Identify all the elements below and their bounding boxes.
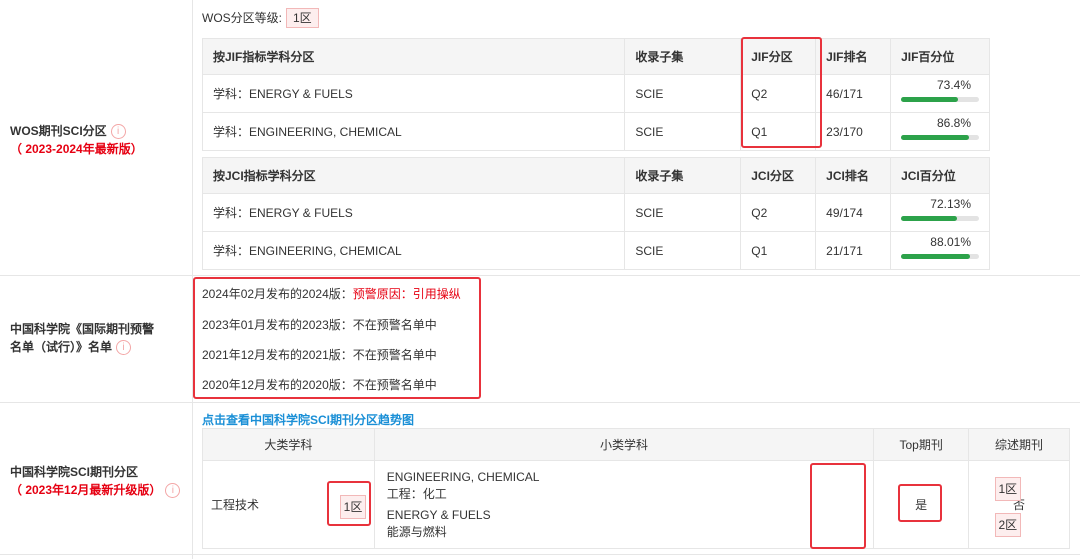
jif-header-subject: 按JIF指标学科分区 [201, 38, 626, 75]
cas-minor-en: ENERGY & FUELS [386, 507, 491, 522]
jif-percentile: 73.4% [890, 74, 990, 113]
info-circle-icon[interactable]: i [165, 483, 181, 499]
warning-row-label: 中国科学院《国际期刊预警 名单（试行）》名单 i [10, 320, 154, 356]
cas-major-zone-highlight-box [327, 481, 371, 526]
cas-minor-zone-badge: 1区 [994, 477, 1021, 501]
percentile-text: 72.13% [930, 197, 971, 211]
cas-row-label: 中国科学院SCI期刊分区 （ 2023年12月最新升级版） i [10, 463, 181, 499]
warning-row-title-2: 名单（试行）》名单 [10, 340, 113, 354]
warning-row-title-1: 中国科学院《国际期刊预警 [10, 322, 155, 336]
jci-header-percentile: JCI百分位 [890, 157, 990, 194]
cas-trend-link[interactable]: 点击查看中国科学院SCI期刊分区趋势图 [202, 411, 414, 428]
cas-row-title: 中国科学院SCI期刊分区 [10, 465, 139, 479]
jci-percentile: 72.13% [890, 193, 990, 232]
percentile-bar [901, 254, 980, 259]
jci-table: 按JCI指标学科分区 收录子集 JCI分区 JCI排名 JCI百分位 学科：EN… [201, 157, 990, 270]
wos-grade-label: WOS分区等级: [202, 11, 282, 25]
jci-subset: SCIE [624, 193, 742, 232]
table-row: 学科：ENGINEERING, CHEMICAL SCIE Q1 21/171 … [201, 231, 990, 270]
jif-rank: 23/170 [815, 112, 892, 151]
info-circle-icon[interactable]: i [116, 340, 132, 356]
wos-row-subtitle: （ 2023-2024年最新版） [10, 142, 143, 156]
table-row: 学科：ENERGY & FUELS SCIE Q2 49/174 72.13% [201, 193, 990, 232]
jif-subset: SCIE [624, 112, 742, 151]
jif-percentile: 86.8% [890, 112, 990, 151]
cas-table-header: 大类学科 小类学科 Top期刊 综述期刊 [202, 428, 1070, 461]
cas-header-review: 综述期刊 [968, 428, 1070, 461]
jci-header-subset: 收录子集 [624, 157, 742, 194]
jif-table-header: 按JIF指标学科分区 收录子集 JIF分区 JIF排名 JIF百分位 [201, 38, 990, 75]
jci-quartile: Q2 [740, 193, 817, 232]
percentile-bar-fill [901, 216, 958, 221]
percentile-bar [901, 216, 980, 221]
jci-table-header: 按JCI指标学科分区 收录子集 JCI分区 JCI排名 JCI百分位 [201, 157, 990, 194]
info-circle-icon[interactable]: i [110, 124, 126, 140]
row-divider [0, 402, 1080, 403]
cas-header-top: Top期刊 [873, 428, 970, 461]
cas-row-subtitle: （ 2023年12月最新升级版） [10, 483, 162, 497]
table-row: 学科：ENERGY & FUELS SCIE Q2 46/171 73.4% [201, 74, 990, 113]
jci-header-rank: JCI排名 [815, 157, 892, 194]
cas-minor-zone-highlight-box [810, 463, 866, 549]
jif-rank: 46/171 [815, 74, 892, 113]
percentile-bar [901, 97, 980, 102]
jci-percentile: 88.01% [890, 231, 990, 270]
jif-table: 按JIF指标学科分区 收录子集 JIF分区 JIF排名 JIF百分位 学科：EN… [201, 38, 990, 151]
percentile-bar-fill [901, 97, 959, 102]
jif-subset: SCIE [624, 74, 742, 113]
jif-header-subset: 收录子集 [624, 38, 742, 75]
jci-subject: 学科：ENERGY & FUELS [201, 193, 626, 232]
jif-subject: 学科：ENGINEERING, CHEMICAL [201, 112, 626, 151]
percentile-bar-fill [901, 135, 969, 140]
jif-subject: 学科：ENERGY & FUELS [201, 74, 626, 113]
wos-grade-badge: 1区 [286, 8, 319, 28]
row-divider [0, 275, 1080, 276]
percentile-text: 73.4% [936, 78, 971, 92]
cas-minor-cell: ENGINEERING, CHEMICAL 工程：化工 ENERGY & FUE… [373, 460, 1021, 549]
cas-minor-en: ENGINEERING, CHEMICAL [386, 469, 540, 484]
percentile-bar-fill [901, 254, 970, 259]
jif-header-rank: JIF排名 [815, 38, 892, 75]
cas-major-subject: 工程技术 [211, 498, 260, 512]
warning-highlight-box [193, 277, 481, 399]
jif-header-percentile: JIF百分位 [890, 38, 990, 75]
jci-rank: 21/171 [815, 231, 892, 270]
jci-subject: 学科：ENGINEERING, CHEMICAL [201, 231, 626, 270]
cas-minor-zone-badge: 2区 [994, 513, 1021, 537]
wos-grade-line: WOS分区等级: 1区 [202, 8, 319, 28]
jci-quartile: Q1 [740, 231, 817, 270]
percentile-text: 88.01% [930, 235, 971, 249]
cas-header-minor: 小类学科 [373, 428, 875, 461]
jci-header-subject: 按JCI指标学科分区 [201, 157, 626, 194]
jci-rank: 49/174 [815, 193, 892, 232]
wos-row-label: WOS期刊SCI分区 i （ 2023-2024年最新版） [10, 122, 143, 158]
percentile-bar [901, 135, 980, 140]
cas-header-major: 大类学科 [202, 428, 375, 461]
cas-top-highlight-box [898, 484, 942, 522]
cas-minor-cn: 工程：化工 [386, 486, 447, 501]
jci-subset: SCIE [624, 231, 742, 270]
wos-row-title: WOS期刊SCI分区 [10, 124, 107, 138]
jci-header-quartile: JCI分区 [740, 157, 817, 194]
row-divider [0, 554, 1080, 555]
table-row: 学科：ENGINEERING, CHEMICAL SCIE Q1 23/170 … [201, 112, 990, 151]
jif-quartile-highlight-box [741, 37, 822, 148]
percentile-text: 86.8% [936, 116, 971, 130]
cas-minor-cn: 能源与燃料 [386, 524, 447, 539]
